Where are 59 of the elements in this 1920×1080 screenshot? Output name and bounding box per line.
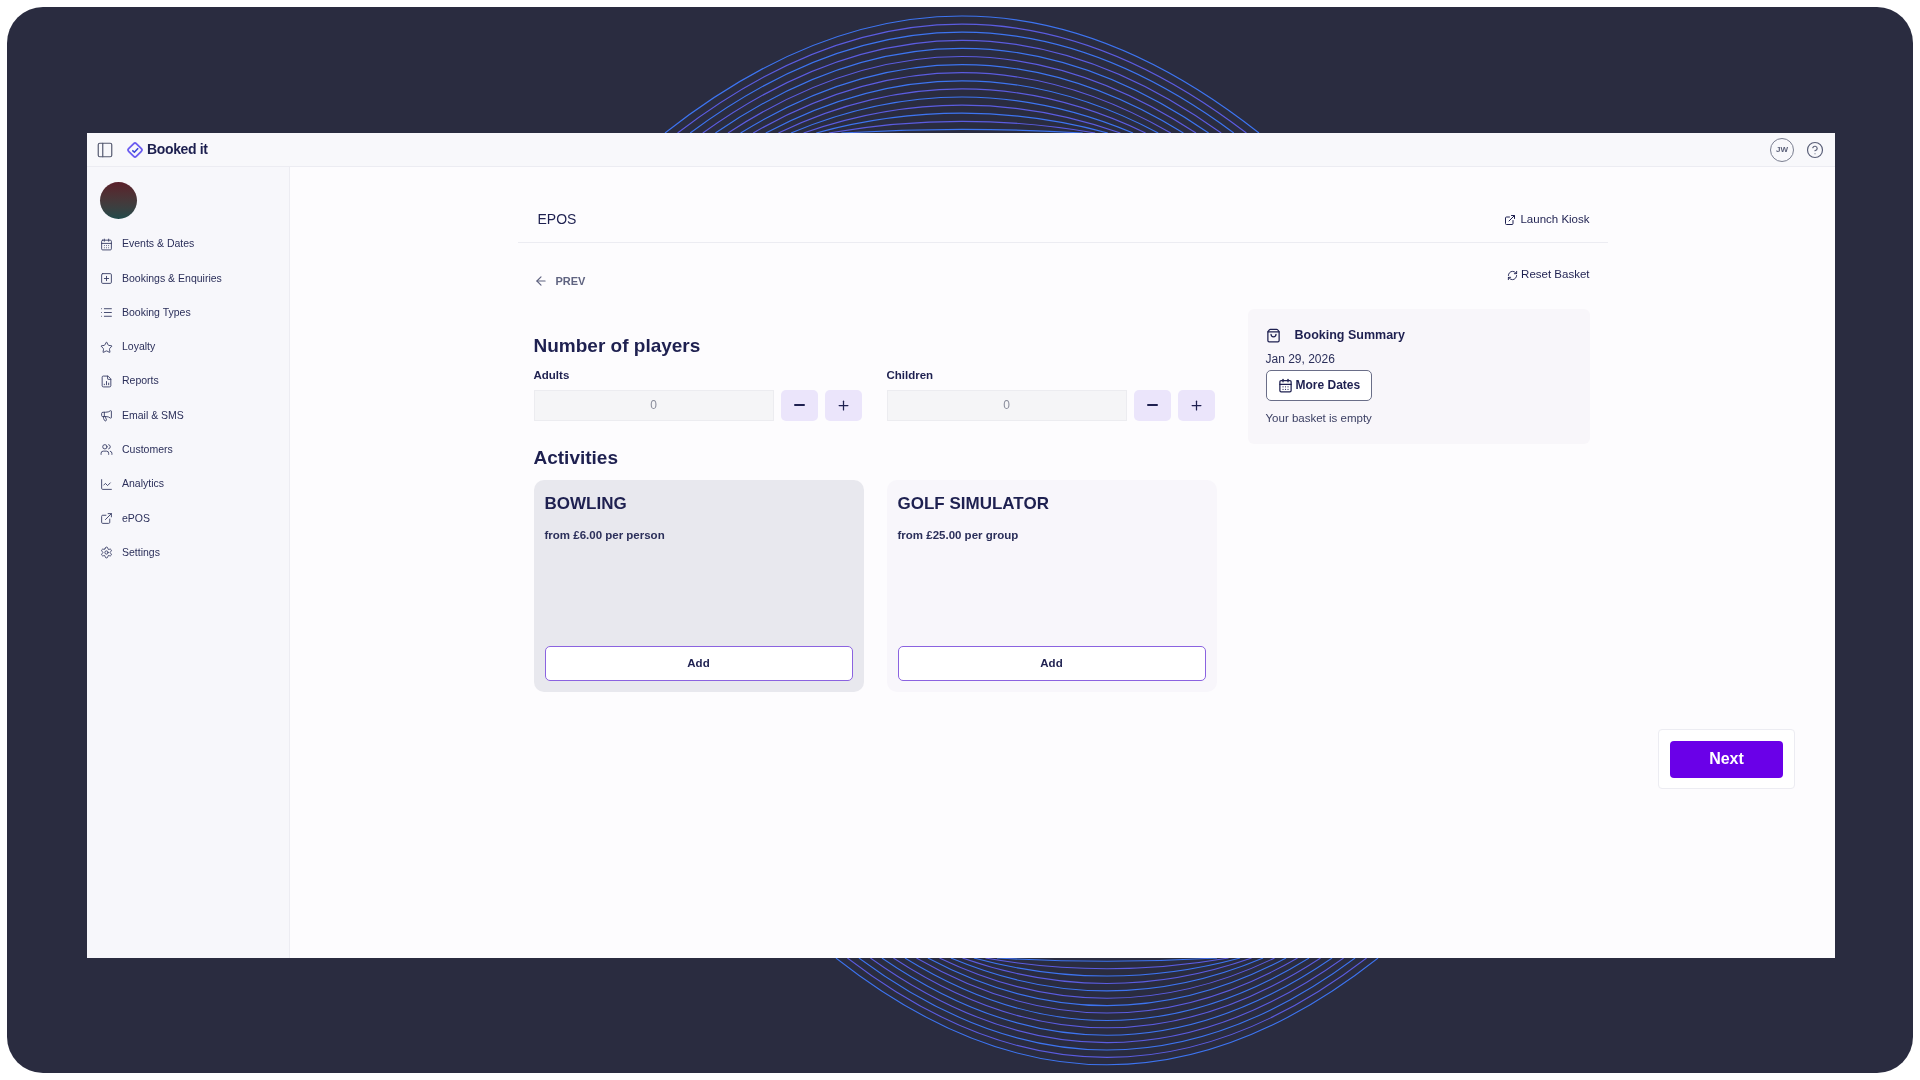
megaphone-icon <box>100 409 113 423</box>
report-icon <box>100 374 113 388</box>
summary-date: Jan 29, 2026 <box>1265 350 1335 368</box>
users-icon <box>100 443 113 457</box>
sidebar-item[interactable]: Booking Types <box>100 295 289 330</box>
field-label: Adults <box>533 367 571 383</box>
shopping-bag-icon <box>1265 327 1281 343</box>
activity-name: GOLF SIMULATOR <box>897 493 1050 516</box>
arrow-left-icon <box>533 274 548 288</box>
calendar-icon <box>100 237 113 251</box>
sidebar-item[interactable]: Reports <box>100 364 289 399</box>
activity-card[interactable]: GOLF SIMULATOR from £25.00 per group Add <box>886 480 1217 693</box>
section-heading: Activities <box>533 445 619 470</box>
refresh-icon <box>1507 269 1519 281</box>
activity-price: from £6.00 per person <box>544 527 666 543</box>
sidebar-item[interactable]: Bookings & Enquiries <box>100 261 289 296</box>
minus-icon <box>1146 404 1158 407</box>
next-button[interactable]: Next <box>1670 740 1783 778</box>
reset-basket-button[interactable]: Reset Basket <box>1507 266 1590 284</box>
plus-icon <box>1188 397 1204 413</box>
launch-kiosk-link[interactable]: Launch Kiosk <box>1504 210 1590 229</box>
activity-price: from £25.00 per group <box>897 527 1020 543</box>
sidebar-item[interactable]: Settings <box>100 535 289 570</box>
external-link-icon <box>100 512 113 525</box>
page-title: EPOS <box>537 210 577 229</box>
decrement-button[interactable] <box>780 389 818 421</box>
external-link-icon <box>1504 213 1517 226</box>
sidebar-item[interactable]: Customers <box>100 432 289 468</box>
sidebar-item[interactable]: Analytics <box>100 467 289 502</box>
increment-button[interactable] <box>1177 389 1215 421</box>
sidebar-item[interactable]: Loyalty <box>100 329 289 365</box>
empty-basket-text: Your basket is empty <box>1265 410 1372 426</box>
star-icon <box>100 340 113 354</box>
prev-button[interactable]: PREV <box>533 272 586 290</box>
activity-card[interactable]: BOWLING from £6.00 per person Add <box>533 480 864 693</box>
line-chart-icon <box>100 477 113 491</box>
minus-icon <box>793 404 805 407</box>
decrement-button[interactable] <box>1133 389 1171 421</box>
settings-icon <box>100 546 113 560</box>
logo-icon <box>126 140 144 159</box>
sidebar-toggle-icon[interactable] <box>96 140 114 159</box>
help-icon[interactable] <box>1806 140 1824 159</box>
add-button[interactable]: Add <box>544 646 853 682</box>
plus-square-icon <box>100 271 113 285</box>
brand-name: Booked it <box>147 140 208 159</box>
summary-title: Booking Summary <box>1294 327 1405 344</box>
sidebar-item[interactable]: Events & Dates <box>100 227 289 262</box>
plus-icon <box>835 397 851 413</box>
calendar-icon <box>1277 377 1293 393</box>
avatar-placeholder <box>100 182 137 219</box>
more-dates-button[interactable]: More Dates <box>1265 369 1373 401</box>
field-label: Children <box>886 367 935 383</box>
list-icon <box>100 306 113 320</box>
sidebar-item[interactable]: Email & SMS <box>100 398 289 433</box>
section-heading: Number of players <box>533 334 702 358</box>
activity-name: BOWLING <box>544 493 628 516</box>
add-button[interactable]: Add <box>897 646 1206 682</box>
increment-button[interactable] <box>824 389 862 421</box>
sidebar-item[interactable]: ePOS <box>100 501 289 536</box>
